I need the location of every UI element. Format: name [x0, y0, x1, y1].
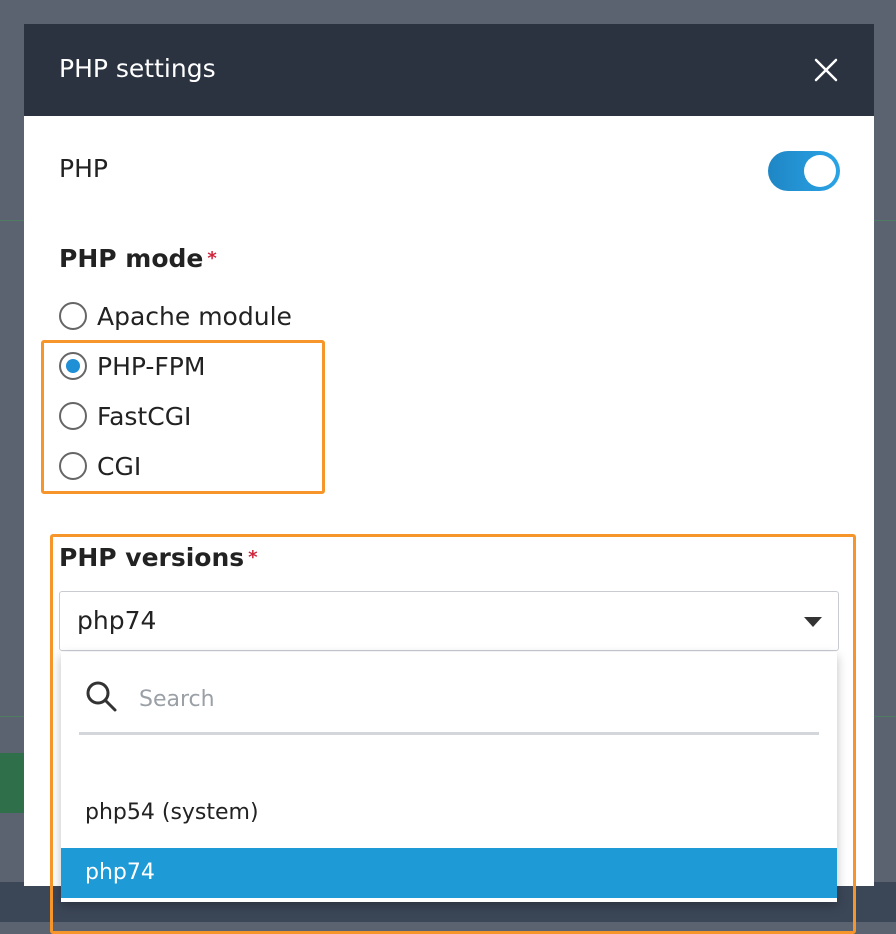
close-icon: [814, 58, 838, 82]
radio-button[interactable]: [59, 302, 87, 330]
highlight-box-php-mode: [41, 340, 325, 494]
highlight-box-php-versions: [50, 534, 856, 934]
background-button-fragment: [0, 753, 24, 813]
required-marker: *: [207, 248, 217, 269]
php-toggle[interactable]: [768, 151, 840, 191]
dialog-header: PHP settings: [24, 24, 874, 116]
php-mode-label-text: PHP mode: [59, 244, 204, 273]
php-toggle-label: PHP: [59, 154, 108, 183]
close-button[interactable]: [812, 56, 840, 84]
php-settings-dialog: PHP settings PHP PHP mode * Apache module…: [24, 24, 874, 934]
toggle-knob: [804, 155, 836, 187]
radio-apache-module[interactable]: Apache module: [59, 298, 292, 334]
php-mode-label: PHP mode *: [59, 244, 217, 274]
radio-label: Apache module: [97, 301, 292, 331]
dialog-title: PHP settings: [59, 54, 216, 83]
